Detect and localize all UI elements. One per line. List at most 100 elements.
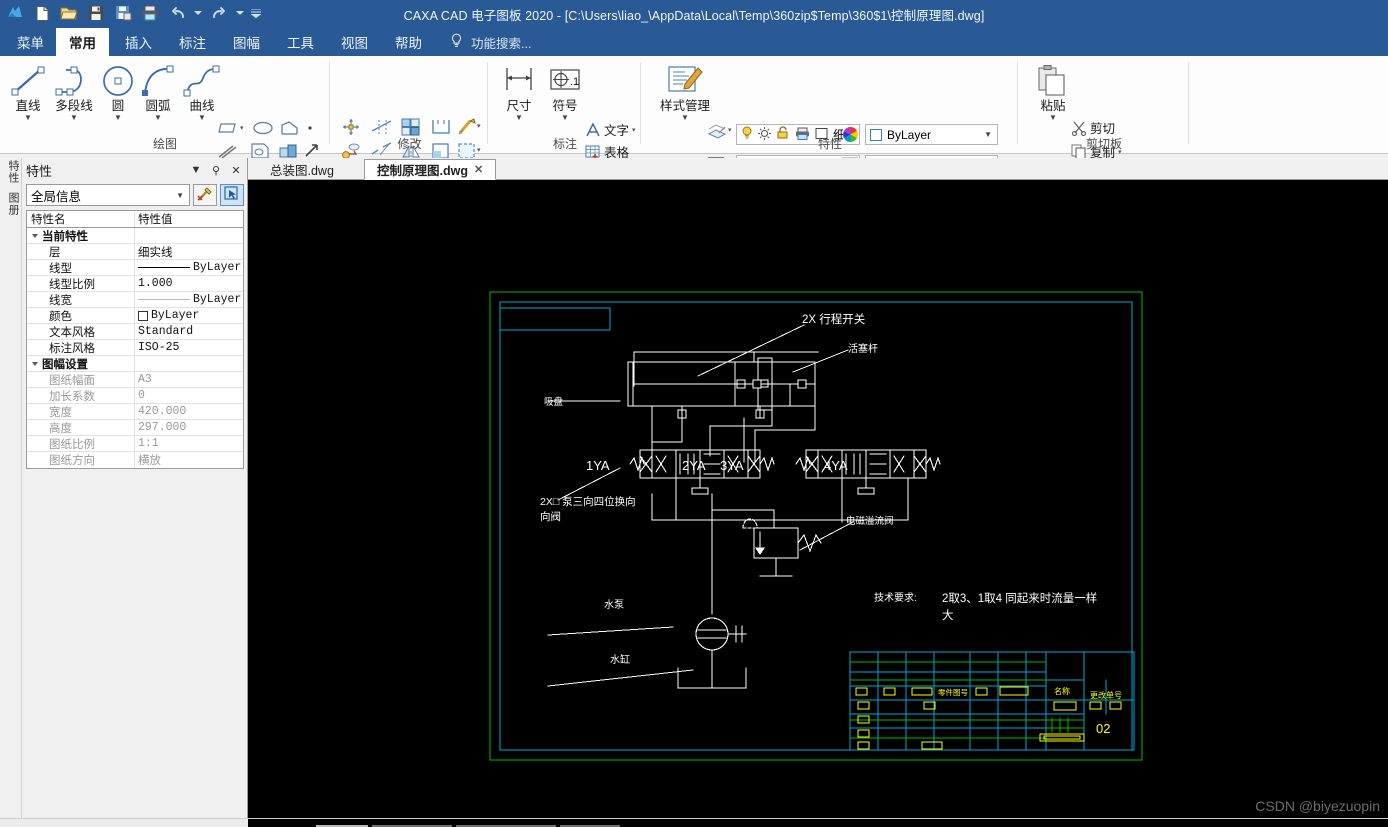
property-name-sheet-size: 图纸幅面 [27,372,135,387]
left-dock-strip[interactable]: 特性 图册 [0,158,22,818]
column-header-name: 特性名 [27,211,135,227]
draw-polyline-label: 多段线 [55,99,93,113]
draw-polyline-caret-icon[interactable]: ▼ [70,114,78,122]
ribbon-tab-annotate[interactable]: 标注 [166,28,219,56]
save-icon[interactable] [85,2,107,24]
draw-circle-caret-icon[interactable]: ▼ [114,114,122,122]
draw-spline-button[interactable]: 曲线 ▼ [176,60,228,122]
function-search-box[interactable]: 功能搜索... [450,28,531,56]
property-name-lineweight: 线宽 [27,292,135,307]
cad-drawing-canvas[interactable]: 2X 行程开关 活塞杆 吸盘 1YA 2YA 3YA 4YA 2X□ 泵三向四位… [248,180,1388,818]
move-icon[interactable] [341,118,361,136]
ribbon-tab-menu[interactable]: 菜单 [4,28,57,56]
extend-icon[interactable] [431,118,451,136]
style-manager-caret-icon[interactable]: ▼ [681,114,689,122]
redo-dropdown-icon[interactable] [235,2,245,24]
property-filter-arrow-icon[interactable]: ▼ [176,191,187,200]
close-icon[interactable]: ✕ [474,163,483,176]
property-value-text-style[interactable]: Standard [135,324,243,339]
property-name-layer: 层 [27,244,135,259]
paste-caret-icon[interactable]: ▼ [1049,114,1057,122]
rectangle-icon[interactable] [216,120,238,136]
document-tab-control-schematic[interactable]: 控制原理图.dwg ✕ [364,159,497,180]
property-row-dim-style[interactable]: 标注风格 ISO-25 [27,340,243,356]
ribbon-tab-sheet[interactable]: 图幅 [220,28,273,56]
title-bar: CAXA CAD 电子图板 2020 - [C:\Users\liao_\App… [0,0,1388,28]
ribbon-group-properties: 样式管理 ▼ ▾ 细实 [642,56,1018,176]
ribbon-tab-common[interactable]: 常用 [56,28,109,56]
collapse-triangle-icon[interactable] [32,361,38,366]
property-row-linetype-scale[interactable]: 线型比例 1.000 [27,276,243,292]
paste-button[interactable]: 粘贴 ▼ [1027,60,1079,122]
symbol-button[interactable]: .1 符号 ▼ [539,60,591,122]
ribbon-tab-insert[interactable]: 插入 [112,28,165,56]
property-row-linetype[interactable]: 线型 ByLayer [27,260,243,276]
property-value-height: 297.000 [138,421,187,434]
undo-icon[interactable] [166,2,188,24]
wand-icon [197,186,213,205]
draw-spline-caret-icon[interactable]: ▼ [198,114,206,122]
ellipse-icon[interactable] [252,120,274,136]
panel-pin-button[interactable]: ⚲ [208,162,224,178]
property-value-layer[interactable]: 细实线 [135,244,243,259]
ribbon-tab-help[interactable]: 帮助 [382,28,435,56]
relief-valve-tank [759,557,793,577]
polygon-icon[interactable] [280,120,300,136]
style-manager-button[interactable]: 样式管理 ▼ [654,60,716,122]
draw-line-caret-icon[interactable]: ▼ [24,114,32,122]
panel-menu-button[interactable]: ▼ [188,162,204,178]
trim-icon[interactable] [371,118,393,136]
property-filter-combo[interactable]: 全局信息 ▼ [26,184,190,206]
new-file-icon[interactable] [31,2,53,24]
label-valve-desc-2: 向阀 [540,510,561,523]
undo-dropdown-icon[interactable] [193,2,203,24]
property-value-color: ByLayer [151,309,200,322]
ribbon-group-clipboard-label: 剪切板 [1085,137,1122,151]
pump-circle [695,617,729,651]
draw-arc-caret-icon[interactable]: ▼ [154,114,162,122]
print-icon[interactable] [139,2,161,24]
ribbon-tab-tools[interactable]: 工具 [274,28,327,56]
text-caret-icon[interactable]: ▾ [632,126,636,134]
property-row-text-style[interactable]: 文本风格 Standard [27,324,243,340]
collapse-triangle-icon[interactable] [32,233,38,238]
rectangle-caret-icon[interactable]: ▾ [240,124,244,132]
document-tab-assembly[interactable]: 总装图.dwg [258,159,346,180]
panel-close-button[interactable]: ✕ [228,162,244,178]
property-name-color: 颜色 [27,308,135,323]
customize-qat-icon[interactable] [250,2,262,24]
redo-icon[interactable] [208,2,230,24]
symbol-caret-icon[interactable]: ▼ [561,114,569,122]
fillet-caret-icon[interactable]: ▾ [477,122,481,130]
dimension-button[interactable]: 尺寸 ▼ [493,60,545,122]
point-icon[interactable] [306,124,314,132]
property-row-lineweight[interactable]: 线宽 ByLayer [27,292,243,308]
quick-select-button[interactable] [193,184,217,206]
polyline-icon [54,60,94,98]
dock-tab-properties[interactable]: 特性 [1,160,21,184]
dimension-caret-icon[interactable]: ▼ [515,114,523,122]
property-name-linetype: 线型 [27,260,135,275]
array-icon[interactable] [401,118,421,136]
ribbon-tab-view[interactable]: 视图 [328,28,381,56]
property-group-sheet[interactable]: 图幅设置 [27,356,243,372]
cad-drawing: 2X 行程开关 活塞杆 吸盘 1YA 2YA 3YA 4YA 2X□ 泵三向四位… [489,291,1143,761]
property-value-dim-style[interactable]: ISO-25 [135,340,243,355]
property-row-color[interactable]: 颜色 ByLayer [27,308,243,324]
property-name-orientation: 图纸方向 [27,452,135,468]
save-as-icon[interactable] [112,2,134,24]
pick-object-button[interactable] [220,184,244,206]
property-group-current[interactable]: 当前特性 [27,228,243,244]
property-row-scale: 图纸比例 1:1 [27,436,243,452]
app-logo-icon[interactable] [4,2,26,24]
property-value-linetype-scale[interactable]: 1.000 [135,276,243,291]
dock-tab-library[interactable]: 图册 [1,192,21,216]
quick-access-toolbar[interactable] [4,2,262,24]
layer-properties-caret-icon[interactable]: ▾ [728,126,732,134]
draw-line-button[interactable]: 直线 ▼ [2,60,54,122]
property-row-layer[interactable]: 层 细实线 [27,244,243,260]
fillet-icon[interactable] [457,118,477,136]
properties-panel: 特性 ▼ ⚲ ✕ 全局信息 ▼ 特性名 特性值 当前特性 层 细实线 线型 By… [22,158,248,818]
open-file-icon[interactable] [58,2,80,24]
title-block-cell-part-no: 零件图号 [938,687,968,697]
